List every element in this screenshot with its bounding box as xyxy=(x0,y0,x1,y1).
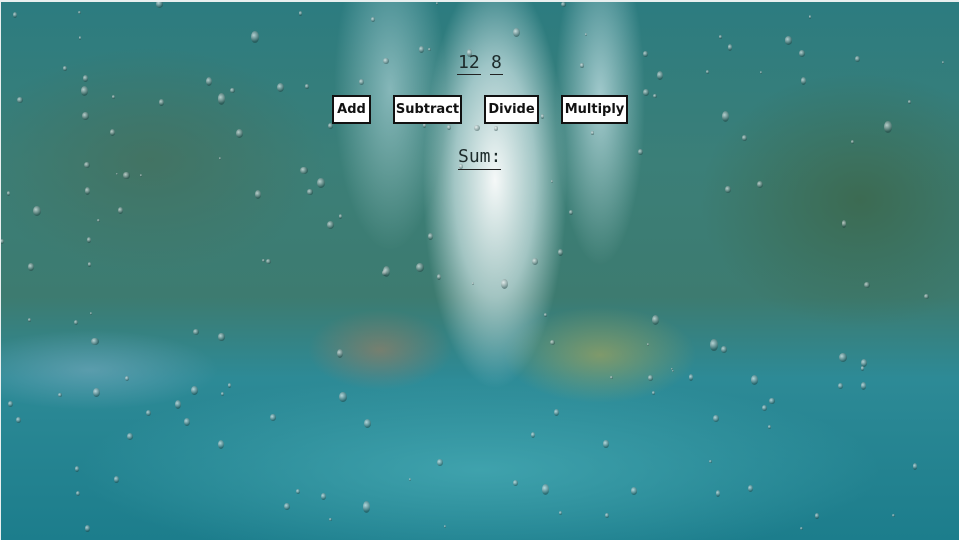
window-top-border xyxy=(0,0,959,2)
result-label: Sum: xyxy=(458,145,502,170)
subtract-button[interactable]: Subtract xyxy=(393,95,462,124)
operand-b[interactable]: 8 xyxy=(490,52,503,75)
background-image xyxy=(0,0,959,540)
operand-a[interactable]: 12 xyxy=(457,52,481,75)
add-button[interactable]: Add xyxy=(332,95,371,124)
multiply-button[interactable]: Multiply xyxy=(561,95,628,124)
divide-button[interactable]: Divide xyxy=(484,95,539,124)
window-left-border xyxy=(0,0,1,540)
